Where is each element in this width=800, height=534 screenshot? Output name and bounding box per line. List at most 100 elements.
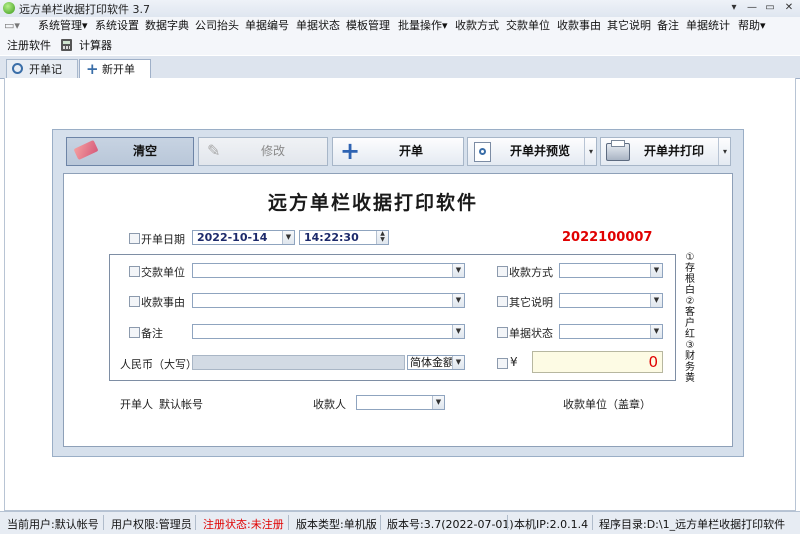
status-ip: 本机IP:2.0.1.4	[514, 518, 589, 531]
open-bill-label: 开单	[399, 144, 424, 158]
state-checkbox[interactable]	[497, 327, 508, 338]
menu-help[interactable]: 帮助▾	[738, 17, 766, 35]
quick-toolbar: 注册软件 计算器	[0, 35, 800, 55]
amount-checkbox[interactable]	[497, 358, 508, 369]
status-version: 版本号:3.7(2022-07-01)	[387, 518, 514, 531]
chevron-down-icon[interactable]: ▼	[452, 356, 464, 369]
menu-reason[interactable]: 收款事由	[557, 17, 601, 35]
maximize-button[interactable]: ▭	[761, 1, 779, 15]
issuer-label: 开单人	[120, 398, 153, 411]
remark-checkbox[interactable]	[129, 327, 140, 338]
method-checkbox[interactable]	[497, 266, 508, 277]
bill-serial-number: 2022100007	[562, 230, 653, 245]
menu-company-header[interactable]: 公司抬头	[195, 17, 239, 35]
time-picker[interactable]: 14:22:30 ▲ ▼	[299, 230, 389, 245]
calculator-icon[interactable]	[61, 39, 72, 51]
status-edition: 版本类型:单机版	[296, 518, 377, 531]
quick-access-icon[interactable]: ▭▾	[4, 17, 20, 35]
other-select[interactable]: ▼	[559, 293, 663, 308]
payee-unit-label: 收款单位（盖章）	[563, 398, 651, 411]
tab-bill-records[interactable]: 开单记录	[6, 59, 78, 95]
history-icon	[12, 63, 23, 74]
preview-icon	[474, 142, 491, 162]
status-program-dir: 程序目录:D:\1_远方单栏收据打印软件	[599, 518, 786, 531]
method-select[interactable]: ▼	[559, 263, 663, 278]
reason-label: 收款事由	[141, 296, 185, 309]
status-bar: 当前用户:默认帐号 用户权限:管理员 注册状态:未注册 版本类型:单机版 版本号…	[0, 511, 800, 534]
menu-bill-status[interactable]: 单据状态	[296, 17, 340, 35]
edit-button[interactable]: ✎ 修改	[198, 137, 328, 166]
close-button[interactable]: ✕	[780, 1, 798, 15]
pencil-icon: ✎	[207, 141, 221, 160]
payer-select[interactable]: ▼	[192, 263, 465, 278]
register-button[interactable]: 注册软件	[7, 37, 51, 55]
rmb-uppercase-label: 人民币（大写）	[120, 358, 197, 371]
chevron-down-icon[interactable]: ▼	[650, 325, 662, 338]
date-value: 2022-10-14	[197, 231, 268, 244]
open-print-button[interactable]: 开单并打印 ▾	[600, 137, 731, 166]
date-checkbox[interactable]	[129, 233, 140, 244]
payee-label: 收款人	[313, 398, 346, 411]
amount-type-select[interactable]: 简体金额 ▼	[407, 355, 465, 370]
reason-select[interactable]: ▼	[192, 293, 465, 308]
title-bar: 远方单栏收据打印软件 3.7 ▾ — ▭ ✕	[0, 0, 800, 18]
menu-other-notes[interactable]: 其它说明	[607, 17, 651, 35]
state-select[interactable]: ▼	[559, 324, 663, 339]
tab-new-bill[interactable]: + 新开单据	[79, 59, 151, 95]
chevron-down-icon[interactable]: ▼	[650, 264, 662, 277]
menu-remark[interactable]: 备注	[657, 17, 679, 35]
other-label: 其它说明	[509, 296, 553, 309]
edit-label: 修改	[261, 144, 286, 158]
menu-payer-unit[interactable]: 交款单位	[506, 17, 550, 35]
amount-type-value: 简体金额	[410, 356, 454, 369]
status-current-user: 当前用户:默认帐号	[7, 518, 99, 531]
copies-note: ①存根白②客户红③财务黄	[685, 252, 695, 384]
open-preview-label: 开单并预览	[510, 144, 571, 158]
window-menu-button[interactable]: ▾	[725, 1, 743, 15]
chevron-down-icon[interactable]: ▼	[452, 264, 464, 277]
plus-icon: +	[86, 60, 99, 78]
chevron-down-icon[interactable]: ▼	[282, 231, 294, 244]
receipt-heading: 远方单栏收据打印软件	[267, 192, 478, 214]
open-bill-button[interactable]: + 开单	[332, 137, 464, 166]
chevron-down-icon[interactable]: ▼	[432, 396, 444, 409]
eraser-icon	[73, 139, 99, 161]
payee-select[interactable]: ▼	[356, 395, 445, 410]
menu-dictionary[interactable]: 数据字典	[145, 17, 189, 35]
clear-label: 清空	[133, 144, 158, 158]
plus-icon: +	[340, 137, 361, 165]
status-registration: 注册状态:未注册	[203, 518, 284, 531]
rmb-uppercase-field	[192, 355, 405, 370]
reason-checkbox[interactable]	[129, 296, 140, 307]
open-print-label: 开单并打印	[644, 144, 705, 158]
menu-bill-number[interactable]: 单据编号	[245, 17, 289, 35]
spin-icon[interactable]: ▲ ▼	[376, 231, 388, 244]
open-preview-button[interactable]: 开单并预览 ▾	[467, 137, 597, 166]
chevron-down-icon[interactable]: ▼	[452, 325, 464, 338]
menu-settings[interactable]: 系统设置	[95, 17, 139, 35]
chevron-down-icon[interactable]: ▼	[650, 294, 662, 307]
preview-dropdown-arrow[interactable]: ▾	[584, 138, 597, 165]
payer-label: 交款单位	[141, 266, 185, 279]
menu-batch[interactable]: 批量操作▾	[398, 17, 448, 35]
tab-strip: 开单记录 + 新开单据	[0, 56, 800, 95]
clear-button[interactable]: 清空	[66, 137, 194, 166]
calculator-button[interactable]: 计算器	[79, 37, 112, 55]
date-label: 开单日期	[141, 233, 185, 246]
menu-pay-method[interactable]: 收款方式	[455, 17, 499, 35]
date-picker[interactable]: 2022-10-14 ▼	[192, 230, 295, 245]
printer-icon	[606, 140, 630, 161]
remark-select[interactable]: ▼	[192, 324, 465, 339]
yen-sign: ¥	[510, 355, 518, 369]
other-checkbox[interactable]	[497, 296, 508, 307]
print-dropdown-arrow[interactable]: ▾	[718, 138, 731, 165]
time-value: 14:22:30	[304, 231, 359, 244]
issuer-value: 默认帐号	[159, 398, 203, 411]
chevron-down-icon[interactable]: ▼	[452, 294, 464, 307]
minimize-button[interactable]: —	[743, 1, 761, 15]
menu-statistics[interactable]: 单据统计	[686, 17, 730, 35]
payer-checkbox[interactable]	[129, 266, 140, 277]
amount-input[interactable]: 0	[532, 351, 663, 373]
menu-template[interactable]: 模板管理	[346, 17, 390, 35]
menu-system[interactable]: 系统管理▾	[38, 17, 88, 35]
